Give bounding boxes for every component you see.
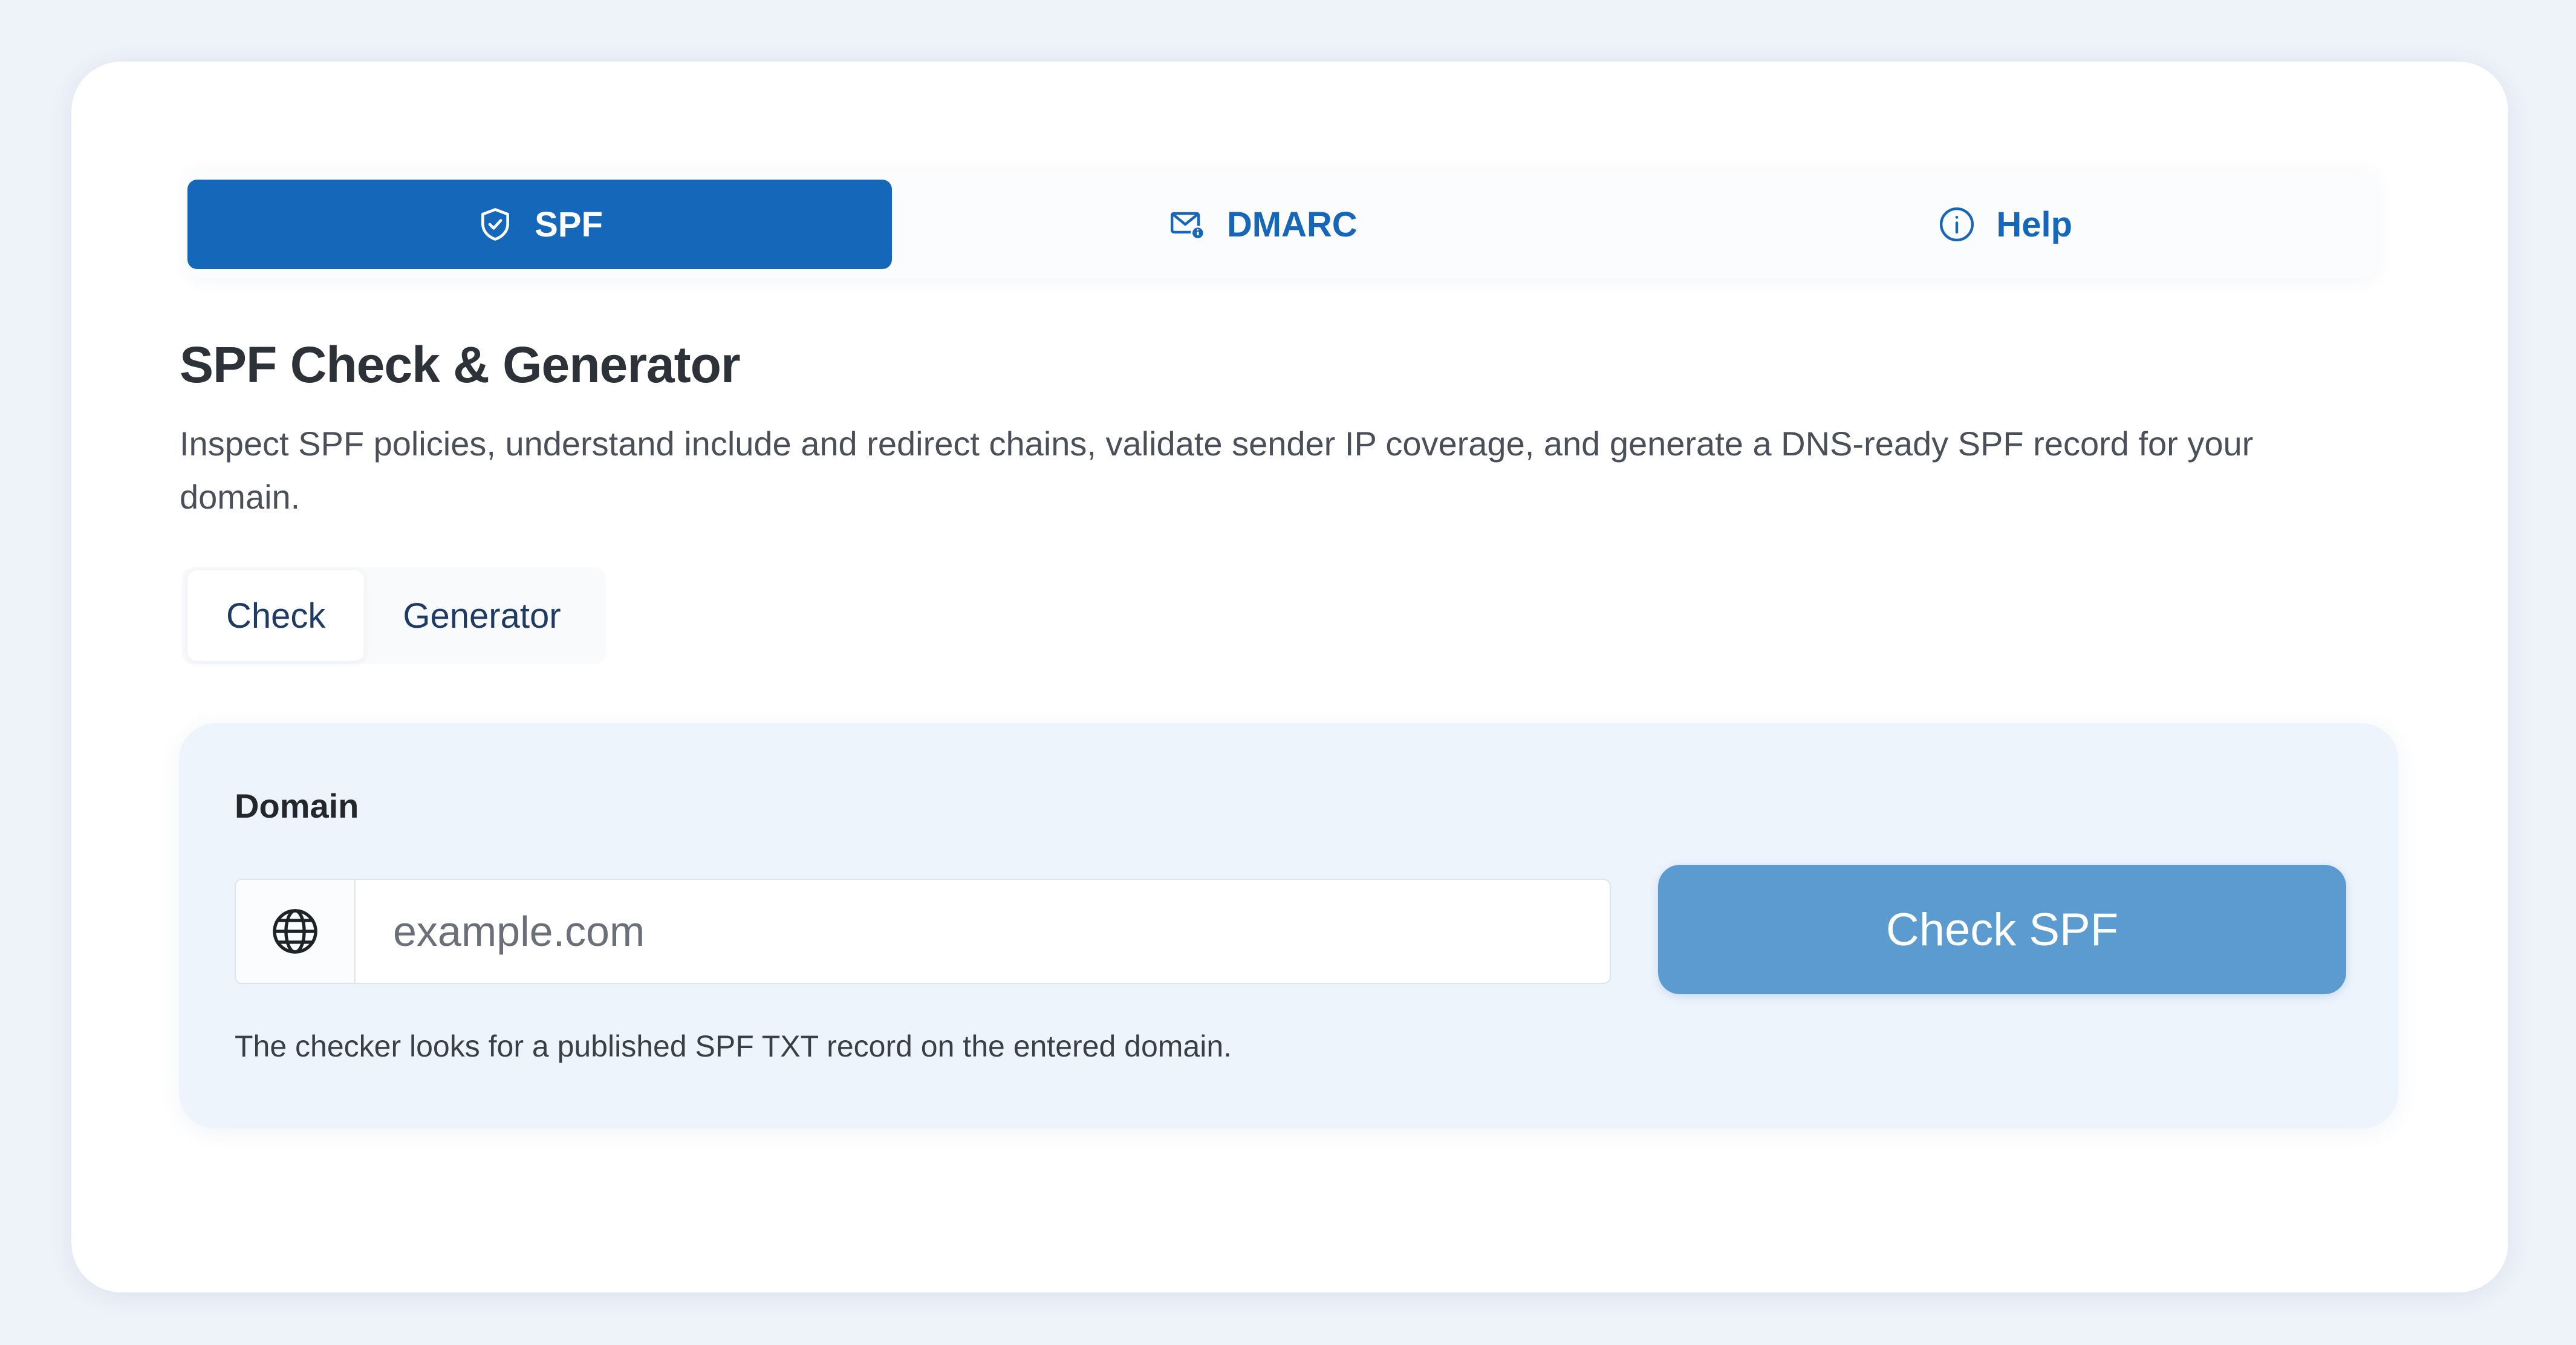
check-spf-button[interactable]: Check SPF [1658, 865, 2346, 994]
shield-check-icon [476, 206, 514, 243]
globe-icon [273, 909, 317, 954]
subtab-check[interactable]: Check [187, 570, 365, 661]
envelope-info-icon [1169, 206, 1206, 243]
subtab-generator[interactable]: Generator [364, 570, 599, 661]
domain-hint: The checker looks for a published SPF TX… [235, 1029, 1232, 1063]
top-tabs: SPF DMARC Help [187, 171, 2376, 278]
tab-spf-label: SPF [535, 204, 603, 244]
domain-input-prefix [236, 880, 356, 983]
tab-help-label: Help [1996, 204, 2073, 244]
tab-spf[interactable]: SPF [187, 180, 892, 269]
page-description: Inspect SPF policies, understand include… [180, 425, 2254, 516]
tab-help[interactable]: Help [1634, 171, 2377, 278]
page-title: SPF Check & Generator [180, 336, 741, 393]
domain-input[interactable] [356, 880, 1610, 983]
domain-label: Domain [235, 787, 359, 825]
tab-dmarc[interactable]: DMARC [892, 171, 1634, 278]
check-form-panel: Domain Check SPF The checker looks for a… [179, 723, 2398, 1128]
info-circle-icon [1938, 206, 1976, 243]
tab-dmarc-label: DMARC [1226, 204, 1358, 244]
mode-switcher: Check Generator [181, 567, 606, 664]
domain-input-group [235, 879, 1611, 984]
